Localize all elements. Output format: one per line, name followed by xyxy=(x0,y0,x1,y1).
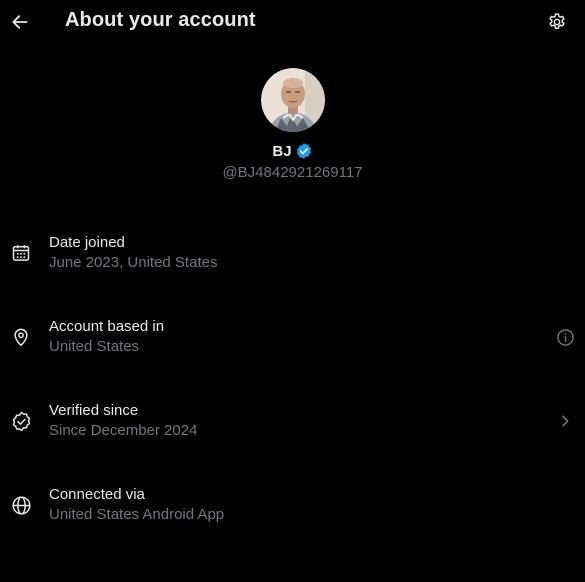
verified-since-label: Verified since xyxy=(49,402,139,419)
back-button[interactable] xyxy=(9,11,31,33)
account-location-info-button[interactable] xyxy=(554,326,576,348)
display-name: BJ xyxy=(272,142,292,160)
verified-badge-icon xyxy=(12,411,30,431)
verified-since-value: Since December 2024 xyxy=(49,422,198,439)
globe-icon xyxy=(11,495,31,515)
info-icon xyxy=(556,328,574,346)
date-joined-value: June 2023, United States xyxy=(49,254,218,271)
account-based-in-label: Account based in xyxy=(49,318,165,335)
verified-since-chevron[interactable] xyxy=(554,410,576,432)
connected-via-value: United States Android App xyxy=(49,506,225,523)
profile-summary: BJ @BJ4842921269117 xyxy=(0,68,585,181)
account-handle: @BJ4842921269117 xyxy=(222,164,363,181)
verified-since-item[interactable]: Verified since Since December 2024 xyxy=(0,378,585,462)
gear-icon xyxy=(549,13,565,29)
account-based-in-item: Account based in United States xyxy=(0,294,585,378)
name-row: BJ xyxy=(0,141,585,161)
verified-checkmark-icon xyxy=(296,143,311,159)
avatar[interactable] xyxy=(260,68,325,132)
date-joined-item: Date joined June 2023, United States xyxy=(0,210,585,294)
connected-via-label: Connected via xyxy=(49,486,145,503)
account-info-list: Date joined June 2023, United States Acc… xyxy=(0,210,585,546)
chevron-right-icon xyxy=(562,415,569,427)
settings-button[interactable] xyxy=(546,11,568,33)
location-pin-icon xyxy=(14,328,28,347)
top-bar: About your account xyxy=(0,0,585,44)
connected-via-item: Connected via United States Android App xyxy=(0,462,585,546)
arrow-left-icon xyxy=(12,15,28,29)
page-title: About your account xyxy=(65,9,256,31)
account-based-in-value: United States xyxy=(49,338,140,355)
date-joined-label: Date joined xyxy=(49,234,125,251)
calendar-icon xyxy=(12,245,30,261)
